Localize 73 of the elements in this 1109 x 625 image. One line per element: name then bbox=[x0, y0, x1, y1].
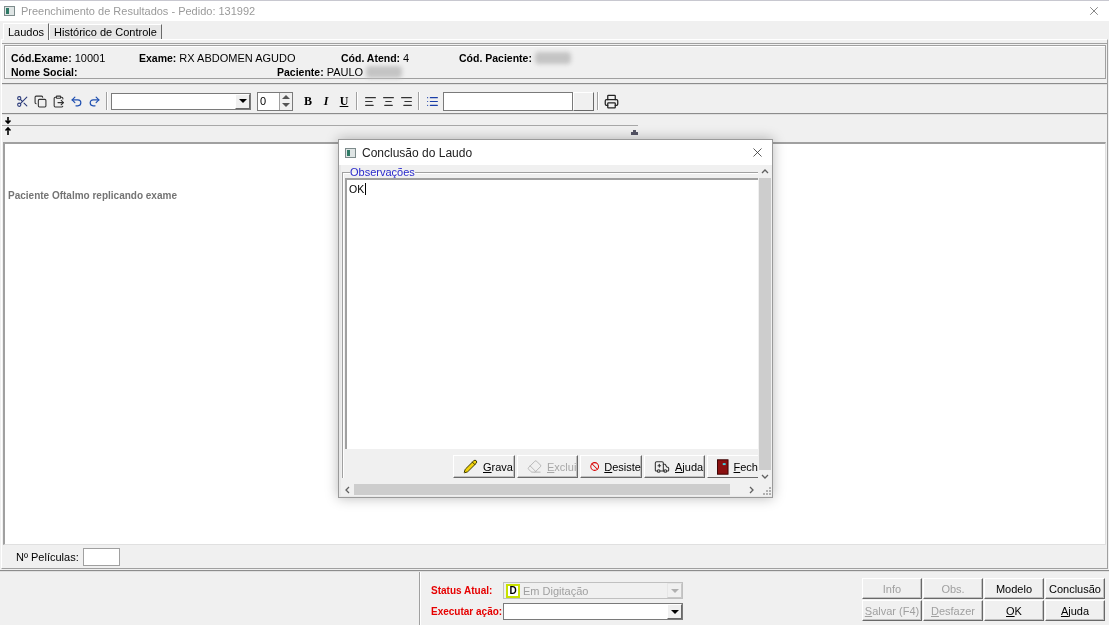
action-button[interactable]: Modelo bbox=[984, 578, 1044, 599]
pencil-icon bbox=[463, 459, 478, 474]
chevron-down-icon[interactable] bbox=[760, 472, 769, 481]
editor-text: Paciente Oftalmo replicando exame bbox=[8, 190, 177, 201]
dialog-button[interactable]: Grava bbox=[453, 455, 515, 478]
action-button[interactable]: OK bbox=[984, 600, 1044, 621]
copy-icon[interactable] bbox=[33, 94, 47, 108]
tab[interactable]: Laudos bbox=[3, 23, 50, 40]
bold-button[interactable]: B bbox=[299, 92, 317, 110]
observations-field[interactable]: OK bbox=[345, 178, 758, 449]
scroll-thumb[interactable] bbox=[354, 484, 730, 495]
observations-text: OK bbox=[349, 183, 365, 195]
chevron-left-icon[interactable] bbox=[343, 485, 352, 494]
caret-down-icon bbox=[282, 102, 290, 109]
action-label: Executar ação: bbox=[431, 606, 503, 617]
field-label: Cód. Atend: bbox=[341, 51, 401, 64]
undo-icon[interactable] bbox=[69, 94, 83, 108]
scissors-icon[interactable] bbox=[15, 94, 29, 108]
field-label: Cód. Paciente: bbox=[459, 51, 532, 64]
caret-down-icon bbox=[670, 608, 679, 615]
window-title: Preenchimento de Resultados - Pedido: 131992 bbox=[21, 5, 256, 17]
status-label: Status Atual: bbox=[431, 585, 494, 596]
align-left-icon[interactable] bbox=[363, 94, 377, 108]
spin-buttons[interactable] bbox=[279, 92, 292, 110]
input-field[interactable] bbox=[443, 91, 573, 111]
scroll-thumb[interactable] bbox=[759, 178, 771, 470]
tab[interactable]: Histórico de Controle bbox=[49, 24, 162, 39]
ambulance-icon bbox=[654, 458, 670, 475]
window-icon bbox=[345, 147, 356, 158]
dialog-title: Conclusão do Laudo bbox=[362, 145, 473, 160]
caret-down-icon bbox=[670, 587, 679, 594]
field-label: Exame: bbox=[139, 51, 177, 64]
align-right-icon[interactable] bbox=[399, 94, 413, 108]
field-value: 4 bbox=[403, 51, 410, 64]
chevron-up-icon[interactable] bbox=[760, 167, 769, 176]
vertical-scrollbar[interactable] bbox=[758, 165, 772, 483]
size-grip-icon[interactable] bbox=[763, 487, 771, 495]
align-center-icon[interactable] bbox=[381, 94, 395, 108]
action-dropdown[interactable] bbox=[503, 603, 683, 620]
bullet-list-icon[interactable] bbox=[425, 94, 439, 108]
redo-icon[interactable] bbox=[87, 94, 101, 108]
caret-up-icon bbox=[282, 93, 290, 100]
eraser-icon bbox=[527, 459, 542, 474]
horizontal-scrollbar[interactable] bbox=[341, 483, 758, 496]
films-label: Nº Películas: bbox=[16, 550, 79, 563]
field-value: PAULO bbox=[326, 65, 364, 78]
printer-icon[interactable] bbox=[603, 93, 619, 109]
window-icon bbox=[4, 6, 15, 16]
action-button[interactable]: Ajuda bbox=[1045, 600, 1105, 621]
caret-down-icon bbox=[238, 98, 247, 104]
field-label: Cód.Exame: bbox=[11, 51, 72, 64]
close-icon[interactable] bbox=[1087, 4, 1101, 18]
field-label: Paciente: bbox=[277, 65, 324, 78]
door-icon bbox=[717, 458, 729, 475]
dialog-button[interactable]: Ajuda bbox=[644, 455, 705, 478]
prohibited-icon bbox=[590, 459, 600, 474]
chevron-right-icon[interactable] bbox=[747, 485, 756, 494]
field-label: Nome Social: bbox=[11, 65, 78, 78]
close-icon[interactable] bbox=[750, 145, 765, 160]
dialog-button[interactable]: Desiste bbox=[580, 455, 642, 478]
underline-button[interactable]: U bbox=[335, 92, 353, 110]
group-label: Observações bbox=[350, 166, 415, 178]
dialog-button[interactable]: Fech bbox=[707, 455, 758, 478]
field-value: 10001 bbox=[74, 51, 106, 64]
action-button[interactable]: Conclusão bbox=[1045, 578, 1105, 599]
font-dropdown[interactable] bbox=[111, 92, 251, 110]
italic-button[interactable]: I bbox=[317, 92, 335, 110]
films-input[interactable] bbox=[82, 547, 120, 566]
field-value: RX ABDOMEN AGUDO bbox=[179, 51, 296, 64]
font-size-spinbox[interactable]: 0 bbox=[257, 91, 293, 111]
picker-button[interactable] bbox=[573, 91, 594, 111]
paste-icon[interactable] bbox=[51, 94, 65, 108]
status-badge: D bbox=[506, 583, 520, 598]
